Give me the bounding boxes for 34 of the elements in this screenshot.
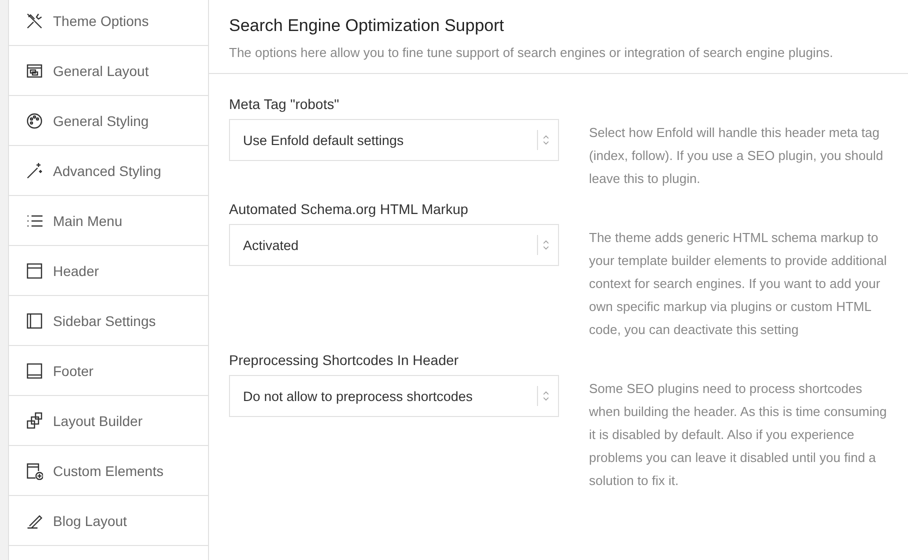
tools-icon <box>26 12 43 30</box>
sidebar-item[interactable]: Main Menu <box>9 196 208 246</box>
sidebar-item[interactable]: Sidebar Settings <box>9 296 208 346</box>
page-description: The options here allow you to fine tune support of search engines or integration of search engine plugins. <box>229 45 834 60</box>
sidebar-item[interactable]: General Styling <box>9 96 208 146</box>
option-help-text: Some SEO plugins need to process shortcodes when building the header. As this is time consuming it is disabled by default. Also if you experience problems you can leave it disabled until you find a solution to fix it. <box>589 380 888 490</box>
option-help-text: The theme adds generic HTML schema markup to your template builder elements to provide additional context for search engines. If you want to add your own specific markup via plugins or custom HTML code, you can deactivate this setting <box>589 229 888 339</box>
palette-icon <box>26 112 43 130</box>
up-down-arrows-icon <box>542 389 550 403</box>
select-dropdown[interactable]: Activated <box>229 224 559 266</box>
sidebar-item[interactable]: General Layout <box>9 46 208 96</box>
sidebar-layout-icon <box>26 312 43 330</box>
window-icon <box>26 62 43 80</box>
stacked-windows-icon <box>26 412 43 430</box>
up-down-arrows-icon <box>542 238 550 252</box>
sidebar-item[interactable]: Layout Builder <box>9 396 208 446</box>
header-layout-icon <box>26 262 43 280</box>
sidebar-item[interactable]: Custom Elements <box>9 446 208 496</box>
sidebar-item[interactable]: Theme Options <box>9 0 208 46</box>
select-dropdown[interactable]: Do not allow to preprocess shortcodes <box>229 375 559 417</box>
sidebar-item[interactable]: Header <box>9 246 208 296</box>
sidebar-item[interactable]: Blog Layout <box>9 496 208 546</box>
magic-wand-icon <box>26 162 43 180</box>
footer-layout-icon <box>26 362 43 380</box>
sidebar-item[interactable]: Footer <box>9 346 208 396</box>
option-help-text: Select how Enfold will handle this header meta tag (index, follow). If you use a SEO plugin, you should leave this to plugin. <box>589 124 884 188</box>
page-title: Search Engine Optimization Support <box>229 16 505 36</box>
sidebar-item[interactable]: Advanced Styling <box>9 146 208 196</box>
option-label: Preprocessing Shortcodes In Header <box>229 352 460 368</box>
option-label: Automated Schema.org HTML Markup <box>229 201 470 217</box>
add-window-icon <box>26 462 43 480</box>
option-label: Meta Tag "robots" <box>229 96 340 112</box>
up-down-arrows-icon <box>542 133 550 147</box>
select-dropdown[interactable]: Use Enfold default settings <box>229 119 559 161</box>
